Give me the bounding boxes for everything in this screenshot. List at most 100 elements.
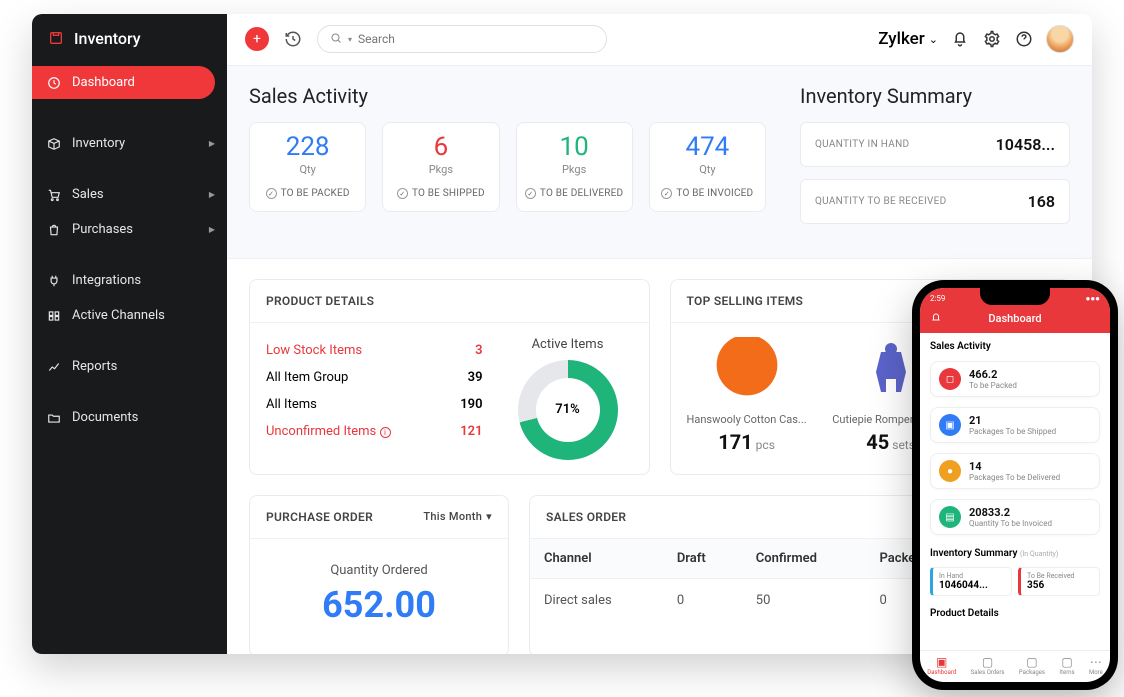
brand: Inventory: [32, 14, 227, 66]
sidebar-item-reports[interactable]: Reports: [32, 350, 227, 383]
inventory-logo-icon: [48, 28, 64, 48]
row-value: 10458...: [996, 135, 1055, 154]
chart-title: Active Items: [503, 337, 633, 352]
home-icon: ▣: [927, 655, 956, 669]
stat-label: ✓TO BE SHIPPED: [389, 188, 492, 199]
mobile-tab-items[interactable]: ▢Items: [1059, 655, 1074, 676]
mobile-inventory-row: In Hand1046044... To Be Received356: [920, 563, 1110, 600]
po-value: 652.00: [260, 584, 498, 626]
top-selling-item[interactable]: Hanswooly Cotton Cas... 171pcs: [687, 337, 807, 454]
section-title: Sales Activity: [249, 84, 766, 108]
sidebar-item-label: Purchases: [72, 222, 133, 237]
add-button[interactable]: +: [245, 27, 269, 51]
inventory-row-to-receive: QUANTITY TO BE RECEIVED 168: [800, 179, 1070, 224]
org-name: Zylker: [878, 29, 925, 49]
sidebar-nav: Dashboard Inventory ▶ Sales ▶: [32, 66, 227, 434]
stat-unit: Qty: [656, 163, 759, 176]
sidebar-item-active-channels[interactable]: Active Channels: [32, 299, 227, 332]
channels-icon: [46, 309, 62, 323]
table-cell: Direct sales: [530, 578, 663, 622]
chevron-down-icon: ▾: [348, 35, 352, 44]
sidebar-item-integrations[interactable]: Integrations: [32, 264, 227, 297]
range-selector[interactable]: This Month ▾: [423, 510, 492, 523]
help-button[interactable]: [1014, 29, 1034, 49]
brand-label: Inventory: [74, 29, 141, 48]
sidebar-item-label: Reports: [72, 359, 117, 374]
row-label: QUANTITY TO BE RECEIVED: [815, 196, 947, 207]
mobile-inv-in-hand: In Hand1046044...: [930, 567, 1012, 596]
notifications-button[interactable]: [950, 29, 970, 49]
topbar: + ▾ Zylker ⌄: [227, 14, 1092, 66]
stat-card-to-be-invoiced[interactable]: 474 Qty ✓TO BE INVOICED: [649, 122, 766, 213]
delivery-icon: ●: [939, 460, 961, 482]
list-item[interactable]: Unconfirmed Items i 121: [266, 418, 483, 445]
sidebar-item-purchases[interactable]: Purchases ▶: [32, 213, 227, 246]
chart-icon: [46, 360, 62, 374]
mobile-stat-card[interactable]: ● 14Packages To be Delivered: [930, 453, 1100, 489]
folder-icon: [46, 411, 62, 425]
section-title: Inventory Summary: [800, 84, 1070, 108]
mobile-section-title: Product Details: [920, 600, 1110, 623]
list-item[interactable]: All Item Group39: [266, 364, 483, 391]
stat-unit: Qty: [256, 163, 359, 176]
org-switcher[interactable]: Zylker ⌄: [878, 29, 938, 49]
inventory-summary-section: Inventory Summary QUANTITY IN HAND 10458…: [800, 84, 1070, 236]
panel-title: PURCHASE ORDER: [266, 510, 373, 524]
tag-icon: ▢: [1059, 655, 1074, 669]
history-button[interactable]: [281, 27, 305, 51]
mobile-section-title: Inventory Summary (In Quantity): [920, 540, 1110, 563]
mobile-tab-bar: ▣Dashboard ▢Sales Orders ▢Packages ▢Item…: [920, 650, 1110, 682]
truck-icon: ▣: [939, 414, 961, 436]
chevron-right-icon: ▶: [209, 139, 215, 148]
box-icon: ◻: [939, 368, 961, 390]
table-header: Draft: [663, 539, 742, 579]
stat-card-to-be-packed[interactable]: 228 Qty ✓TO BE PACKED: [249, 122, 366, 213]
purchase-order-panel: PURCHASE ORDER This Month ▾ Quantity Ord…: [249, 495, 509, 654]
stat-card-to-be-delivered[interactable]: 10 Pkgs ✓TO BE DELIVERED: [516, 122, 633, 213]
stat-card-to-be-shipped[interactable]: 6 Pkgs ✓TO BE SHIPPED: [382, 122, 499, 213]
dashboard-icon: [46, 76, 62, 90]
mobile-stat-card[interactable]: ◻ 466.2To be Packed: [930, 361, 1100, 397]
product-details-list: Low Stock Items3 All Item Group39 All It…: [266, 337, 483, 460]
list-item[interactable]: All Items190: [266, 391, 483, 418]
stat-value: 6: [389, 133, 492, 162]
mobile-tab-packages[interactable]: ▢Packages: [1019, 655, 1045, 676]
sidebar-item-label: Active Channels: [72, 308, 165, 323]
sidebar: Inventory Dashboard Inventory ▶: [32, 14, 227, 654]
stat-value: 474: [656, 133, 759, 162]
chevron-right-icon: ▶: [209, 190, 215, 199]
table-header: Confirmed: [742, 539, 866, 579]
search-icon: [330, 32, 342, 47]
mobile-stat-card[interactable]: ▣ 21Packages To be Shipped: [930, 407, 1100, 443]
mobile-tab-dashboard[interactable]: ▣Dashboard: [927, 655, 956, 676]
settings-button[interactable]: [982, 29, 1002, 49]
search-input[interactable]: ▾: [317, 25, 607, 53]
mobile-inv-to-receive: To Be Received356: [1018, 567, 1100, 596]
avatar[interactable]: [1046, 25, 1074, 53]
bell-icon[interactable]: [930, 312, 942, 327]
stat-value: 228: [256, 133, 359, 162]
list-item[interactable]: Low Stock Items3: [266, 337, 483, 364]
donut-center-label: 71%: [518, 360, 618, 460]
sidebar-item-sales[interactable]: Sales ▶: [32, 178, 227, 211]
panel-title: PRODUCT DETAILS: [266, 294, 374, 308]
mobile-tab-more[interactable]: ⋯More: [1089, 655, 1103, 676]
check-circle-icon: ✓: [397, 188, 408, 199]
product-name: Hanswooly Cotton Cas...: [687, 413, 807, 426]
mobile-time: 2:59: [930, 294, 945, 303]
mobile-stat-card[interactable]: ▤ 20833.2Quantity To be Invoiced: [930, 499, 1100, 535]
sidebar-item-inventory[interactable]: Inventory ▶: [32, 127, 227, 160]
search-field[interactable]: [358, 32, 594, 46]
row-value: 168: [1028, 192, 1055, 211]
chevron-right-icon: ▶: [209, 225, 215, 234]
stat-label: ✓TO BE DELIVERED: [523, 188, 626, 199]
stat-unit: Pkgs: [523, 163, 626, 176]
donut-chart: 71%: [518, 360, 618, 460]
stat-unit: Pkgs: [389, 163, 492, 176]
mobile-tab-sales-orders[interactable]: ▢Sales Orders: [971, 655, 1005, 676]
stat-label: ✓TO BE PACKED: [256, 188, 359, 199]
sidebar-item-documents[interactable]: Documents: [32, 401, 227, 434]
sidebar-item-dashboard[interactable]: Dashboard: [32, 66, 215, 99]
more-icon: ⋯: [1089, 655, 1103, 669]
table-header: Channel: [530, 539, 663, 579]
